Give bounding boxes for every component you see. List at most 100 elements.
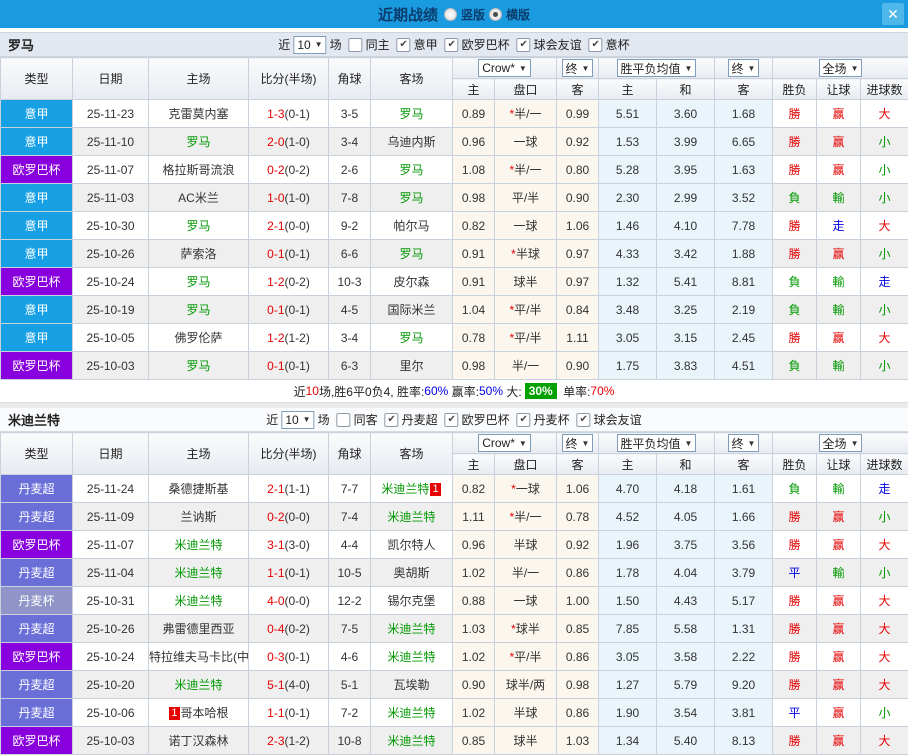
roma-table-header: 类型 日期 主场 比分(半场) 角球 客场 Crow* 终 胜平负均值 终 全场… — [1, 58, 908, 100]
radio-horizontal-icon[interactable] — [489, 8, 502, 21]
handicap-result-cell: 赢 — [817, 587, 861, 615]
match-date: 25-11-23 — [73, 100, 149, 128]
col-score: 比分(半场) — [249, 58, 329, 100]
league-badge: 欧罗巴杯 — [1, 643, 73, 671]
avg-odds-select[interactable]: 胜平负均值 — [617, 434, 697, 452]
league-checkbox-coppa[interactable] — [589, 38, 603, 52]
home-odds-cell: 0.78 — [453, 324, 495, 352]
league-checkbox-europa[interactable] — [445, 38, 459, 52]
avg-odds-select[interactable]: 胜平负均值 — [617, 59, 697, 77]
avg-draw-cell: 3.58 — [657, 643, 715, 671]
league-badge: 丹麦超 — [1, 475, 73, 503]
match-date: 25-10-20 — [73, 671, 149, 699]
league-checkbox-friendly[interactable] — [517, 38, 531, 52]
away-team-cell: 米迪兰特1 — [371, 475, 453, 503]
avg-home-cell: 1.27 — [599, 671, 657, 699]
same-away-checkbox[interactable] — [337, 413, 351, 427]
goals-result-cell: 走 — [861, 475, 908, 503]
home-odds-cell: 0.96 — [453, 128, 495, 156]
match-date: 25-10-30 — [73, 212, 149, 240]
handicap-cell: 半/一 — [495, 559, 557, 587]
league-badge: 意甲 — [1, 324, 73, 352]
final-odds-select[interactable]: 终 — [562, 59, 594, 77]
handicap-result-cell: 赢 — [817, 100, 861, 128]
midtjylland-section-header: 米迪兰特 近 10 场 同客 丹麦超 欧罗巴杯 丹麦杯 球会友谊 — [0, 408, 908, 432]
close-icon[interactable]: ✕ — [882, 3, 904, 25]
corner-cell: 10-3 — [329, 268, 371, 296]
league-label-friendly[interactable]: 球会友谊 — [594, 411, 642, 428]
score-cell: 2-1(0-0) — [249, 212, 329, 240]
handicap-cell: *半/一 — [495, 100, 557, 128]
home-odds-cell: 0.89 — [453, 100, 495, 128]
odds-source-select[interactable]: Crow* — [478, 434, 531, 452]
league-label-serie-a[interactable]: 意甲 — [414, 36, 438, 53]
league-checkbox-danish-cup[interactable] — [517, 413, 531, 427]
final-odds-select[interactable]: 终 — [562, 434, 594, 452]
handicap-cell: 半/一 — [495, 352, 557, 380]
same-away-label[interactable]: 同客 — [354, 411, 378, 428]
corner-cell: 6-3 — [329, 352, 371, 380]
league-badge: 意甲 — [1, 100, 73, 128]
home-team-cell: 米迪兰特 — [149, 671, 249, 699]
away-odds-cell: 0.92 — [557, 128, 599, 156]
match-date: 25-11-04 — [73, 559, 149, 587]
home-team-cell: AC米兰 — [149, 184, 249, 212]
full-match-select[interactable]: 全场 — [819, 59, 863, 77]
home-team-cell: 兰讷斯 — [149, 503, 249, 531]
home-team-cell: 罗马 — [149, 128, 249, 156]
avg-home-cell: 1.50 — [599, 587, 657, 615]
odds-source-select[interactable]: Crow* — [478, 59, 531, 77]
avg-away-cell: 9.20 — [715, 671, 773, 699]
avg-away-cell: 1.63 — [715, 156, 773, 184]
home-odds-cell: 1.03 — [453, 615, 495, 643]
avg-draw-cell: 3.42 — [657, 240, 715, 268]
league-label-europa[interactable]: 欧罗巴杯 — [462, 411, 510, 428]
radio-vertical-icon[interactable] — [444, 8, 457, 21]
home-odds-cell: 0.88 — [453, 587, 495, 615]
league-label-danish-super[interactable]: 丹麦超 — [402, 411, 438, 428]
handicap-result-cell: 赢 — [817, 240, 861, 268]
result-cell: 勝 — [773, 615, 817, 643]
home-odds-cell: 0.91 — [453, 268, 495, 296]
league-label-europa[interactable]: 欧罗巴杯 — [462, 36, 510, 53]
league-label-friendly[interactable]: 球会友谊 — [534, 36, 582, 53]
col-avg-home: 主 — [599, 79, 657, 100]
same-home-label[interactable]: 同主 — [366, 36, 390, 53]
radio-horizontal-label[interactable]: 横版 — [506, 6, 530, 23]
league-checkbox-europa[interactable] — [445, 413, 459, 427]
handicap-cell: 球半 — [495, 727, 557, 755]
avg-away-cell: 7.78 — [715, 212, 773, 240]
result-cell: 勝 — [773, 128, 817, 156]
games-count-select[interactable]: 10 — [281, 411, 314, 429]
corner-cell: 7-2 — [329, 699, 371, 727]
home-odds-cell: 1.02 — [453, 643, 495, 671]
score-cell: 0-1(0-1) — [249, 296, 329, 324]
same-home-checkbox[interactable] — [349, 38, 363, 52]
league-checkbox-danish-super[interactable] — [385, 413, 399, 427]
handicap-result-cell: 赢 — [817, 615, 861, 643]
league-checkbox-friendly[interactable] — [577, 413, 591, 427]
corner-cell: 7-7 — [329, 475, 371, 503]
match-date: 25-10-26 — [73, 615, 149, 643]
final-avg-select[interactable]: 终 — [728, 434, 760, 452]
full-match-select[interactable]: 全场 — [819, 434, 863, 452]
league-checkbox-serie-a[interactable] — [397, 38, 411, 52]
final-avg-select[interactable]: 终 — [728, 59, 760, 77]
radio-vertical-label[interactable]: 竖版 — [461, 6, 485, 23]
league-label-coppa[interactable]: 意杯 — [606, 36, 630, 53]
home-team-cell: 萨索洛 — [149, 240, 249, 268]
goals-result-cell: 小 — [861, 699, 908, 727]
away-odds-cell: 1.06 — [557, 475, 599, 503]
home-team-cell: 格拉斯哥流浪 — [149, 156, 249, 184]
league-label-danish-cup[interactable]: 丹麦杯 — [534, 411, 570, 428]
near-label: 近 — [278, 36, 290, 53]
match-date: 25-11-09 — [73, 503, 149, 531]
handicap-result-cell: 走 — [817, 212, 861, 240]
avg-away-cell: 8.81 — [715, 268, 773, 296]
avg-home-cell: 1.75 — [599, 352, 657, 380]
col-odds-away: 客 — [557, 454, 599, 475]
titlebar: 近期战绩 竖版 横版 ✕ — [0, 0, 908, 28]
goals-result-cell: 走 — [861, 268, 908, 296]
home-team-cell: 弗雷德里西亚 — [149, 615, 249, 643]
games-count-select[interactable]: 10 — [293, 36, 326, 54]
